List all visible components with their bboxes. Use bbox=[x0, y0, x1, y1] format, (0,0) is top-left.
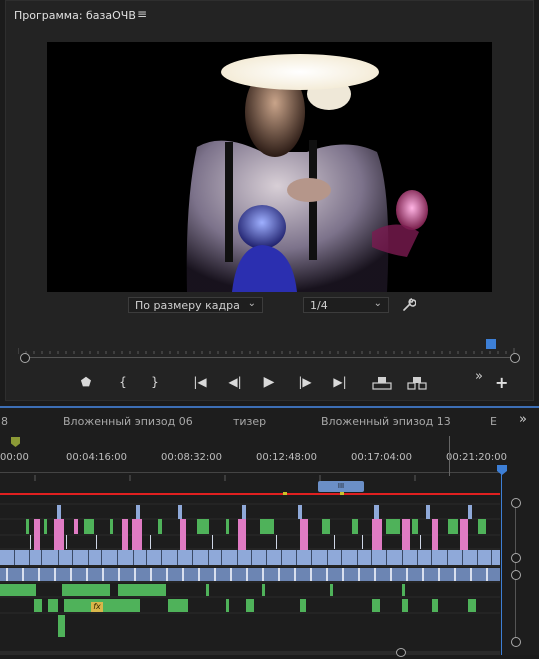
mark-in-button[interactable]: { bbox=[112, 373, 134, 391]
go-to-in-button[interactable]: |◀ bbox=[189, 373, 211, 391]
ruler-timecode: 00:12:48:00 bbox=[256, 452, 318, 463]
fx-badge[interactable]: fx bbox=[91, 602, 103, 612]
monitor-playhead[interactable] bbox=[486, 339, 496, 349]
fit-dropdown[interactable]: По размеру кадра ⌄ bbox=[128, 297, 263, 313]
horizontal-zoom-handle[interactable] bbox=[396, 648, 406, 657]
work-area-handle[interactable]: III bbox=[318, 481, 364, 492]
resolution-dropdown-value: 1/4 bbox=[310, 299, 328, 312]
panel-title[interactable]: Программа: базаОЧВ bbox=[14, 9, 136, 22]
monitor-zoom-bar[interactable] bbox=[25, 357, 510, 358]
step-forward-button[interactable]: |▶ bbox=[294, 373, 316, 391]
sequence-tab[interactable]: Вложенный эпизод 13 bbox=[321, 415, 451, 428]
ruler-timecode: 00:08:32:00 bbox=[161, 452, 223, 463]
ruler-timecode: 00:21:20:00 bbox=[446, 452, 508, 463]
more-tabs-button[interactable]: » bbox=[519, 412, 527, 427]
ruler-cursor bbox=[449, 436, 450, 476]
timeline-ruler-ticks[interactable] bbox=[0, 466, 500, 481]
extract-icon[interactable] bbox=[407, 375, 427, 394]
sequence-tab[interactable]: E bbox=[490, 415, 497, 428]
lift-icon[interactable] bbox=[372, 375, 392, 394]
render-bar-segment bbox=[340, 492, 344, 495]
ruler-timecode: 00:00 bbox=[0, 452, 29, 463]
track-zoom-handle[interactable] bbox=[511, 498, 521, 508]
add-marker-button[interactable]: ⬟ bbox=[75, 373, 97, 391]
sequence-tab[interactable]: Вложенный эпизод 06 bbox=[63, 415, 193, 428]
horizontal-scrollbar[interactable] bbox=[0, 651, 500, 655]
ruler-timecode: 00:04:16:00 bbox=[66, 452, 128, 463]
resolution-dropdown[interactable]: 1/4 ⌄ bbox=[303, 297, 389, 313]
track-zoom-handle[interactable] bbox=[511, 570, 521, 580]
chevron-down-icon: ⌄ bbox=[373, 298, 382, 309]
timeline-tracks[interactable] bbox=[0, 497, 500, 655]
mark-out-button[interactable]: } bbox=[144, 373, 166, 391]
step-back-button[interactable]: ◀| bbox=[224, 373, 246, 391]
zoom-handle-right[interactable] bbox=[510, 353, 520, 363]
track-zoom-handle[interactable] bbox=[511, 637, 521, 647]
sequence-tab[interactable]: 8 bbox=[1, 415, 8, 428]
render-bar-segment bbox=[283, 492, 287, 495]
wrench-settings-icon[interactable] bbox=[402, 297, 417, 316]
go-to-out-button[interactable]: ▶| bbox=[329, 373, 351, 391]
ruler-timecode: 00:17:04:00 bbox=[351, 452, 413, 463]
panel-menu-icon[interactable]: ≡ bbox=[137, 7, 147, 21]
video-frame-image bbox=[47, 42, 492, 292]
monitor-time-ruler[interactable] bbox=[17, 340, 515, 354]
track-zoom-handle[interactable] bbox=[511, 553, 521, 563]
add-button[interactable]: + bbox=[495, 373, 508, 392]
sequence-tab[interactable]: тизер bbox=[233, 415, 266, 428]
playhead-line bbox=[501, 474, 502, 655]
video-preview bbox=[47, 42, 492, 292]
render-bar bbox=[0, 493, 500, 495]
more-controls-button[interactable]: » bbox=[475, 369, 483, 384]
chevron-down-icon: ⌄ bbox=[247, 298, 256, 309]
fit-dropdown-value: По размеру кадра bbox=[135, 299, 240, 312]
zoom-handle-left[interactable] bbox=[20, 353, 30, 363]
clips-canvas[interactable] bbox=[0, 497, 500, 655]
play-button[interactable]: ▶ bbox=[258, 373, 280, 391]
